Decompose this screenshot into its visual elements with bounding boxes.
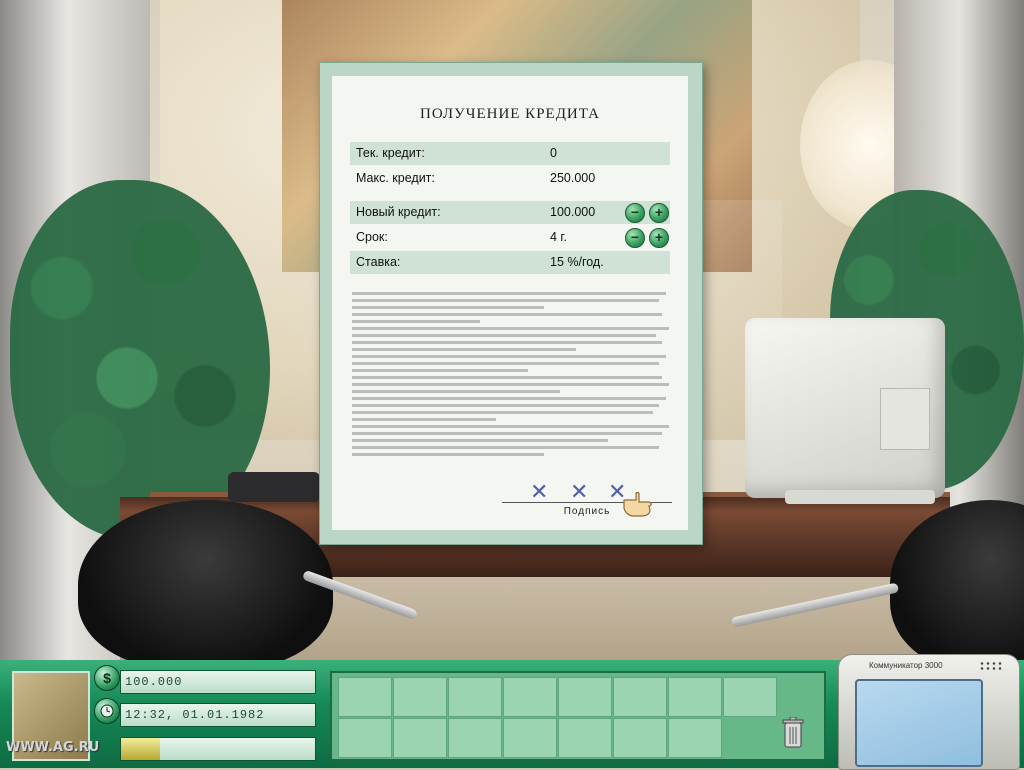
current-credit-label: Тек. кредит: (356, 146, 425, 160)
credit-document: ПОЛУЧЕНИЕ КРЕДИТА Тек. кредит: 0 Макс. к… (319, 62, 703, 545)
plus-icon: + (654, 229, 664, 245)
inventory-slot[interactable] (558, 677, 612, 717)
inventory-slot[interactable] (393, 718, 447, 758)
progress-bar (120, 737, 316, 761)
term-label: Срок: (356, 230, 388, 244)
speaker-grille (979, 661, 1003, 671)
inventory-slot[interactable] (668, 718, 722, 758)
rate-value: 15 %/год. (550, 255, 604, 269)
communicator-screen[interactable] (855, 679, 983, 767)
inventory-slot[interactable] (448, 677, 502, 717)
new-credit-increase-button[interactable]: + (649, 203, 669, 223)
datetime-display: 12:32, 01.01.1982 (120, 703, 316, 727)
inventory-panel (330, 671, 826, 761)
money-value: 100.000 (125, 675, 183, 689)
inventory-slot[interactable] (723, 677, 777, 717)
inventory-slot[interactable] (393, 677, 447, 717)
plus-icon: + (654, 204, 664, 220)
document-title: ПОЛУЧЕНИЕ КРЕДИТА (419, 106, 601, 122)
inventory-slot[interactable] (448, 718, 502, 758)
dollar-icon: $ (94, 665, 120, 691)
term-value: 4 г. (550, 230, 567, 244)
inventory-slot[interactable] (503, 677, 557, 717)
term-increase-button[interactable]: + (649, 228, 669, 248)
new-credit-label: Новый кредит: (356, 205, 441, 219)
term-decrease-button[interactable]: − (625, 228, 645, 248)
max-credit-label: Макс. кредит: (356, 171, 435, 185)
new-credit-decrease-button[interactable]: − (625, 203, 645, 223)
rate-label: Ставка: (356, 255, 401, 269)
max-credit-row: Макс. кредит: 250.000 (350, 167, 670, 190)
inventory-slot[interactable] (338, 677, 392, 717)
current-credit-value: 0 (550, 146, 557, 160)
money-display: 100.000 (120, 670, 316, 694)
inventory-slot[interactable] (558, 718, 612, 758)
current-credit-row: Тек. кредит: 0 (350, 142, 670, 165)
clock-icon (94, 698, 120, 724)
inventory-slot[interactable] (668, 677, 722, 717)
monitor-panel (880, 388, 930, 450)
inventory-slot[interactable] (613, 677, 667, 717)
datetime-value: 12:32, 01.01.1982 (125, 708, 265, 722)
minus-icon: − (630, 229, 640, 245)
rate-row: Ставка: 15 %/год. (350, 251, 670, 274)
communicator-device[interactable]: Коммуникатор 3000 (838, 654, 1020, 770)
minus-icon: − (630, 204, 640, 220)
max-credit-value: 250.000 (550, 171, 596, 185)
trash-icon[interactable] (782, 717, 804, 749)
monitor-base (785, 490, 935, 504)
document-sheet: ПОЛУЧЕНИЕ КРЕДИТА Тек. кредит: 0 Макс. к… (332, 76, 688, 530)
new-credit-row: Новый кредит: 100.000 − + (350, 201, 670, 224)
bottom-hud: WWW.AG.RU $ 100.000 12:32, 01.01.1982 Ко… (0, 654, 1024, 770)
desk-phone (228, 472, 320, 502)
communicator-label: Коммуникатор 3000 (869, 661, 943, 670)
new-credit-value: 100.000 (550, 205, 596, 219)
progress-fill (121, 738, 160, 760)
inventory-slot[interactable] (338, 718, 392, 758)
term-row: Срок: 4 г. − + (350, 226, 670, 249)
site-watermark: WWW.AG.RU (6, 740, 100, 755)
inventory-slot[interactable] (503, 718, 557, 758)
inventory-slot[interactable] (613, 718, 667, 758)
pointer-hand-icon (623, 491, 652, 517)
left-chair (78, 500, 333, 660)
contract-fine-print (352, 292, 672, 502)
